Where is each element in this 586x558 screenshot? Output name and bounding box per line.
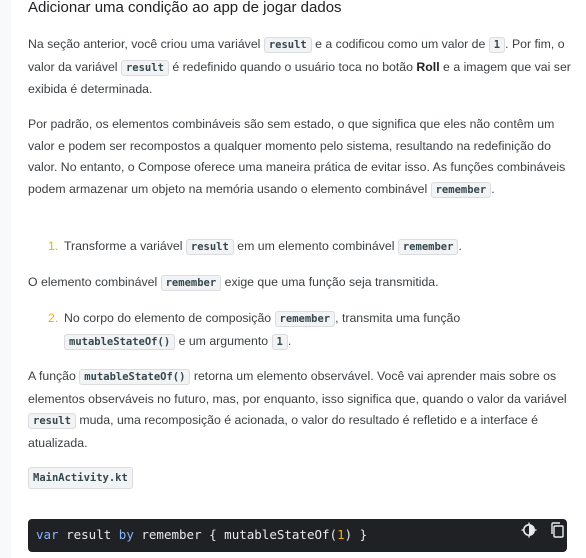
text: e a codificou como um valor de [311,37,489,51]
inline-code: result [185,239,234,255]
text: A função [28,369,80,383]
bold-text: Roll [416,59,440,74]
text: . [491,181,495,196]
inline-code: remember [274,311,336,327]
doc-page: Adicionar uma condição ao app de jogar d… [11,0,586,558]
text: , transmita uma função [335,311,461,325]
paragraph-remember: O elemento combinável remember exige que… [28,272,574,295]
inline-code: result [263,37,312,53]
code-text: remember { mutableStateOf( [133,527,338,542]
inline-code: result [28,413,76,429]
paragraph-observable: A função mutableStateOf() retorna um ele… [28,366,574,454]
text: é redefinido quando o usuário toca no bo… [168,59,417,74]
code-keyword: var [36,527,59,542]
code-text: result [58,527,119,542]
step-number: 1. [48,239,59,253]
step-number: 2. [48,311,59,325]
text: . [287,333,292,348]
code-line: var result by remember { mutableStateOf(… [36,527,367,542]
inline-code: 1 [271,333,288,350]
code-text: ) } [344,527,368,542]
copy-icon[interactable] [549,522,565,538]
file-name-label: MainActivity.kt [28,467,133,489]
text: Na seção anterior, você criou uma variáv… [28,37,264,51]
inline-code: remember [160,275,222,291]
text: muda, uma recomposição é acionada, o val… [28,413,539,450]
inline-code: remember [397,239,459,255]
section-heading: Adicionar uma condição ao app de jogar d… [28,0,342,16]
code-toolbar [517,522,565,538]
text: O elemento combinável [28,275,161,289]
inline-code: mutableStateOf() [64,333,176,350]
text: em um elemento combinável [233,239,398,253]
inline-code: 1 [488,37,506,53]
text: No corpo do elemento de composição [64,311,275,325]
text: e um argumento [175,333,272,348]
inline-code: result [120,59,169,76]
step-body: Transforme a variável result em um eleme… [64,236,564,259]
paragraph-stateless: Por padrão, os elementos combináveis são… [28,114,574,201]
paragraph-intro: Na seção anterior, você criou uma variáv… [28,34,574,101]
text: exige que uma função seja transmitida. [221,275,439,289]
code-number: 1 [337,527,345,542]
text: Transforme a variável [64,239,186,253]
text: . [458,239,462,253]
inline-code: mutableStateOf() [79,369,191,385]
code-block[interactable]: var result by remember { mutableStateOf(… [28,519,567,552]
brightness-icon[interactable] [521,522,537,538]
code-keyword: by [118,527,134,542]
inline-code: remember [430,181,492,198]
step-body: No corpo do elemento de composição remem… [64,308,564,353]
